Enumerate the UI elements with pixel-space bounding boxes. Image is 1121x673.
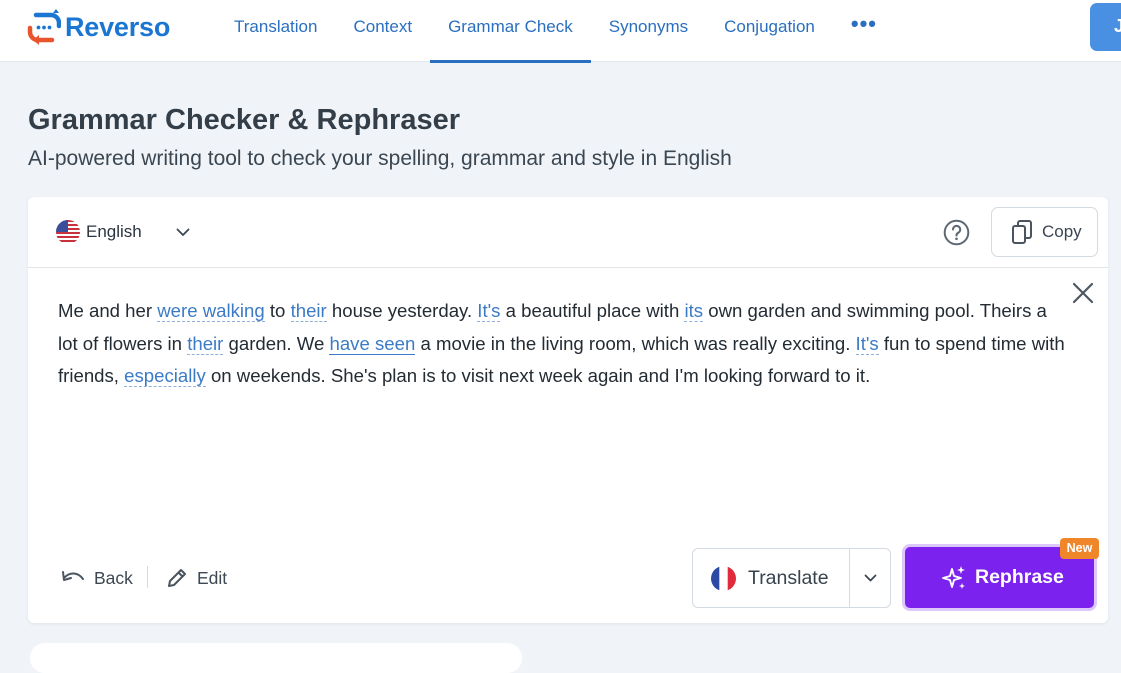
more-menu-icon[interactable]: ••• [833, 0, 895, 62]
grammar-suggestion[interactable]: It's [477, 300, 501, 322]
translate-language-dropdown[interactable] [850, 549, 891, 607]
text-segment: to [264, 300, 291, 321]
chevron-down-icon [176, 228, 190, 236]
edit-button[interactable]: Edit [166, 565, 227, 591]
grammar-suggestion[interactable]: its [684, 300, 704, 322]
language-label: English [86, 222, 142, 241]
close-icon[interactable] [1071, 281, 1095, 305]
text-segment: garden. We [223, 332, 330, 354]
page-subtitle: AI-powered writing tool to check your sp… [28, 147, 732, 170]
rephrase-label: Rephrase [975, 566, 1064, 588]
back-label: Back [94, 567, 133, 588]
copy-button[interactable]: Copy [991, 207, 1098, 257]
nav-conjugation[interactable]: Conjugation [706, 0, 833, 62]
copy-icon [1012, 220, 1032, 244]
text-segment: a beautiful place with [500, 300, 685, 321]
grammar-suggestion[interactable]: were walking [157, 300, 265, 322]
login-button[interactable]: J [1090, 3, 1121, 51]
grammar-suggestion[interactable]: especially [124, 365, 206, 388]
chevron-down-icon [864, 574, 877, 582]
next-section-card [30, 643, 522, 673]
text-segment: a movie in the living room, which was re… [415, 332, 856, 354]
sparkles-icon [942, 565, 965, 589]
language-selector[interactable]: English [56, 218, 190, 246]
page-title: Grammar Checker & Rephraser [28, 104, 460, 136]
main-nav: Translation Context Grammar Check Synony… [216, 0, 895, 63]
reverso-logo[interactable]: Reverso [27, 9, 170, 45]
text-segment: on weekends. She's plan is to visit next… [205, 365, 871, 387]
translate-label: Translate [748, 566, 829, 589]
nav-translation[interactable]: Translation [216, 0, 335, 62]
edit-label: Edit [197, 567, 228, 588]
pencil-icon [168, 569, 186, 587]
nav-grammar-check[interactable]: Grammar Check [430, 0, 591, 63]
editor-text-area[interactable]: Me and her were walking to their house y… [58, 295, 1068, 393]
translate-button[interactable]: Translate [693, 549, 850, 607]
reverso-logo-icon [27, 9, 61, 45]
grammar-editor-card: English Copy Me and her were walking to … [28, 197, 1108, 623]
undo-arrow-icon [62, 571, 84, 581]
nav-synonyms[interactable]: Synonyms [591, 0, 706, 62]
text-segment: Me and her [58, 300, 158, 321]
divider [147, 566, 148, 588]
grammar-suggestion[interactable]: It's [855, 332, 879, 355]
top-navigation-bar: Reverso Translation Context Grammar Chec… [0, 0, 1121, 63]
translate-button-group: Translate [692, 548, 891, 608]
back-button[interactable]: Back [61, 565, 133, 591]
copy-label: Copy [1042, 222, 1082, 241]
nav-context[interactable]: Context [335, 0, 430, 62]
help-icon[interactable] [943, 219, 970, 246]
us-flag-icon [56, 220, 80, 244]
grammar-suggestion[interactable]: their [290, 300, 327, 322]
fr-flag-icon [711, 565, 736, 591]
grammar-suggestion[interactable]: their [187, 332, 224, 355]
logo-text: Reverso [65, 11, 171, 42]
editor-toolbar: English Copy [28, 197, 1108, 268]
grammar-suggestion[interactable]: have seen [329, 332, 416, 355]
new-badge: New [1060, 538, 1099, 559]
text-segment: house yesterday. [326, 300, 478, 321]
